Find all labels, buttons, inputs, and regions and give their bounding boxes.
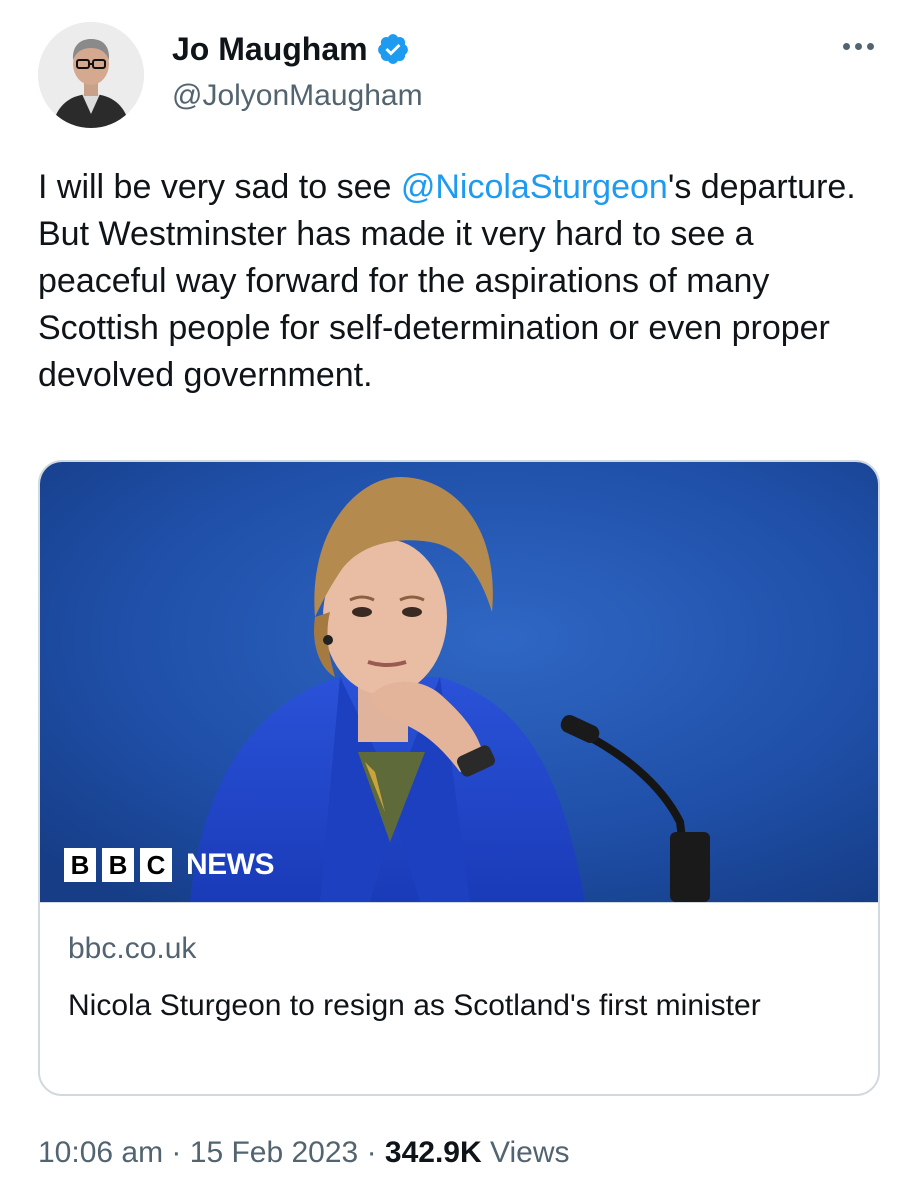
views-count[interactable]: 342.9K <box>385 1136 482 1169</box>
link-preview-card[interactable]: B B C NEWS bbc.co.uk Nicola Sturgeon to … <box>38 460 880 1096</box>
tweet-meta: 10:06 am · 15 Feb 2023 · 342.9K Views <box>38 1134 570 1172</box>
mention-link[interactable]: @NicolaSturgeon <box>401 168 668 206</box>
card-image[interactable]: B B C NEWS <box>40 462 878 902</box>
more-horizontal-icon-dot <box>867 42 874 50</box>
avatar[interactable] <box>38 22 144 128</box>
card-title[interactable]: Nicola Sturgeon to resign as Scotland's … <box>68 983 828 1029</box>
tweet-time[interactable]: 10:06 am <box>38 1136 163 1169</box>
bbc-logo-letter-3: C <box>140 848 172 882</box>
bbc-logo-letter-1: B <box>64 848 96 882</box>
more-horizontal-icon <box>843 42 850 50</box>
meta-separator-2: · <box>358 1136 385 1169</box>
tweet: Jo Maugham @JolyonMaugham I will be very… <box>0 0 919 1200</box>
verified-badge-icon <box>376 32 410 66</box>
meta-separator: · <box>163 1136 190 1169</box>
more-horizontal-icon-dot <box>855 42 862 50</box>
bbc-news-logo: B B C NEWS <box>64 848 275 882</box>
avatar-photo <box>38 22 144 128</box>
display-name[interactable]: Jo Maugham <box>172 30 368 68</box>
card-photo <box>40 462 878 902</box>
card-domain: bbc.co.uk <box>68 932 197 965</box>
views-label: Views <box>490 1136 570 1169</box>
bbc-logo-letter-2: B <box>102 848 134 882</box>
author-name-row[interactable]: Jo Maugham <box>172 30 410 68</box>
bbc-logo-word: NEWS <box>186 848 275 881</box>
author-handle[interactable]: @JolyonMaugham <box>172 78 423 114</box>
tweet-text: I will be very sad to see @NicolaSturgeo… <box>38 164 878 399</box>
more-options-button[interactable] <box>843 36 883 56</box>
tweet-text-before: I will be very sad to see <box>38 168 401 206</box>
tweet-date[interactable]: 15 Feb 2023 <box>190 1136 358 1169</box>
card-meta[interactable]: bbc.co.uk Nicola Sturgeon to resign as S… <box>40 902 878 1094</box>
